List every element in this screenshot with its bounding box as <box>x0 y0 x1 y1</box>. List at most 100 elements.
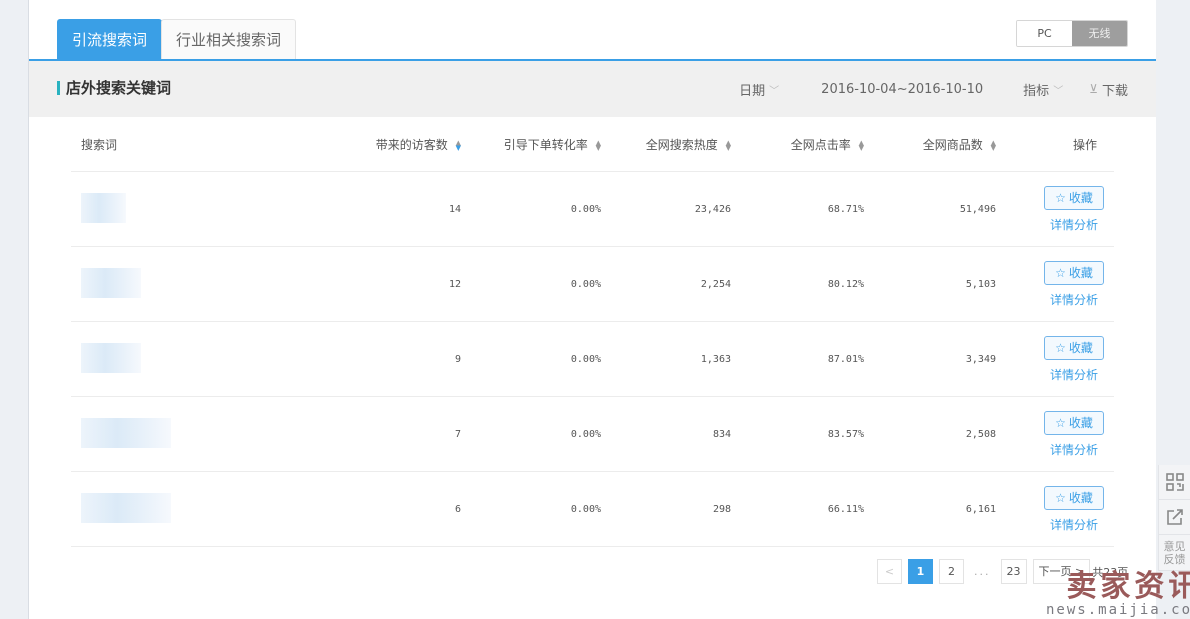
metric-dropdown[interactable]: 指标 ﹀ <box>1023 80 1063 99</box>
tab-industry-keywords[interactable]: 行业相关搜索词 <box>161 19 297 59</box>
goods-cell: 51,496 <box>959 203 996 215</box>
section-title: 店外搜索关键词 <box>57 79 171 97</box>
keyword-cell[interactable] <box>71 492 351 526</box>
page-2-button[interactable]: 2 <box>939 559 964 584</box>
visitors-cell: 9 <box>454 353 461 365</box>
detail-analysis-link[interactable]: 详情分析 <box>1044 216 1104 233</box>
header-keyword: 搜索词 <box>81 138 118 152</box>
section-header: 店外搜索关键词 日期 ﹀ 2016-10-04~2016-10-10 指标 ﹀ … <box>29 61 1156 117</box>
search-heat-cell: 1,363 <box>700 353 731 365</box>
header-conversion[interactable]: 引导下单转化率 ▲ ▼ <box>461 136 601 153</box>
section-controls: 日期 ﹀ 2016-10-04~2016-10-10 指标 ﹀ ⊻ 下载 <box>739 61 1128 117</box>
side-toolbar: 意见 反馈 <box>1158 465 1190 571</box>
visitors-cell: 12 <box>448 278 461 290</box>
header-ctr-label: 全网点击率 <box>790 138 851 152</box>
feedback-button[interactable]: 意见 反馈 <box>1159 535 1190 571</box>
visitors-cell: 6 <box>454 503 461 515</box>
table-row: 9 0.00% 1,363 87.01% 3,349 ☆ 收藏 详情分析 <box>71 322 1114 397</box>
share-icon <box>1166 509 1183 525</box>
goods-cell: 3,349 <box>965 353 996 365</box>
favorite-label: 收藏 <box>1068 266 1093 280</box>
detail-analysis-link[interactable]: 详情分析 <box>1044 516 1104 533</box>
feedback-line2: 反馈 <box>1163 552 1186 566</box>
star-icon: ☆ <box>1055 190 1066 205</box>
device-wireless-option[interactable]: 无线 <box>1072 21 1127 46</box>
download-icon: ⊻ <box>1089 82 1098 96</box>
table-header: 搜索词 带来的访客数 ▲ ▼ 引导下单转化率 ▲ ▼ 全网搜索热度 ▲ ▼ 全网点击率… <box>71 118 1114 172</box>
star-icon: ☆ <box>1055 340 1066 355</box>
conversion-cell: 0.00% <box>570 503 601 515</box>
detail-analysis-link[interactable]: 详情分析 <box>1044 441 1104 458</box>
chevron-down-icon: ﹀ <box>1053 85 1064 97</box>
favorite-button[interactable]: ☆ 收藏 <box>1044 335 1104 360</box>
keyword-cell[interactable] <box>71 267 351 301</box>
star-icon: ☆ <box>1055 415 1066 430</box>
table-row: 6 0.00% 298 66.11% 6,161 ☆ 收藏 详情分析 <box>71 472 1114 547</box>
main-panel: 引流搜索词 行业相关搜索词 PC 无线 店外搜索关键词 日期 ﹀ 2016-10… <box>28 0 1156 619</box>
operation-cell: ☆ 收藏详情分析 <box>996 485 1114 533</box>
qrcode-button[interactable] <box>1159 465 1190 500</box>
goods-cell: 6,161 <box>965 503 996 515</box>
ctr-cell: 66.11% <box>827 503 864 515</box>
favorite-button[interactable]: ☆ 收藏 <box>1044 260 1104 285</box>
blurred-keyword <box>81 192 126 223</box>
ctr-cell: 68.71% <box>827 203 864 215</box>
date-dropdown[interactable]: 日期 ﹀ <box>739 80 779 99</box>
header-operation: 操作 <box>1072 138 1097 152</box>
favorite-button[interactable]: ☆ 收藏 <box>1044 185 1104 210</box>
header-conversion-label: 引导下单转化率 <box>503 138 588 152</box>
search-heat-cell: 298 <box>712 503 731 515</box>
ctr-cell: 80.12% <box>827 278 864 290</box>
download-label: 下载 <box>1101 83 1128 99</box>
operation-cell: ☆ 收藏详情分析 <box>996 335 1114 383</box>
search-heat-cell: 23,426 <box>694 203 731 215</box>
favorite-label: 收藏 <box>1068 491 1093 505</box>
watermark-url: news.maijia.com <box>1046 602 1190 618</box>
table-row: 14 0.00% 23,426 68.71% 51,496 ☆ 收藏 详情分析 <box>71 172 1114 247</box>
share-button[interactable] <box>1159 500 1190 535</box>
prev-page-button[interactable]: < <box>877 559 902 584</box>
device-pc-option[interactable]: PC <box>1017 21 1072 46</box>
detail-analysis-link[interactable]: 详情分析 <box>1044 291 1104 308</box>
favorite-button[interactable]: ☆ 收藏 <box>1044 485 1104 510</box>
search-heat-cell: 2,254 <box>700 278 731 290</box>
conversion-cell: 0.00% <box>570 353 601 365</box>
page-1-button[interactable]: 1 <box>908 559 933 584</box>
favorite-label: 收藏 <box>1068 416 1093 430</box>
header-visitors-label: 带来的访客数 <box>375 138 448 152</box>
visitors-cell: 14 <box>448 203 461 215</box>
tab-traffic-keywords[interactable]: 引流搜索词 <box>57 19 163 59</box>
header-goods[interactable]: 全网商品数 ▲ ▼ <box>864 136 996 153</box>
keyword-cell[interactable] <box>71 192 351 226</box>
date-range[interactable]: 2016-10-04~2016-10-10 <box>821 82 983 97</box>
device-toggle: PC 无线 <box>1016 20 1128 47</box>
watermark-title: 卖家资讯 <box>1066 569 1190 604</box>
favorite-button[interactable]: ☆ 收藏 <box>1044 410 1104 435</box>
keywords-table: 搜索词 带来的访客数 ▲ ▼ 引导下单转化率 ▲ ▼ 全网搜索热度 ▲ ▼ 全网点击率… <box>71 118 1114 547</box>
visitors-cell: 7 <box>454 428 461 440</box>
header-visitors[interactable]: 带来的访客数 ▲ ▼ <box>351 136 461 153</box>
keyword-cell[interactable] <box>71 342 351 376</box>
conversion-cell: 0.00% <box>570 428 601 440</box>
favorite-label: 收藏 <box>1068 341 1093 355</box>
blurred-keyword <box>81 267 141 298</box>
chevron-down-icon: ﹀ <box>769 85 780 97</box>
detail-analysis-link[interactable]: 详情分析 <box>1044 366 1104 383</box>
star-icon: ☆ <box>1055 490 1066 505</box>
conversion-cell: 0.00% <box>570 278 601 290</box>
metric-label: 指标 <box>1023 83 1050 99</box>
blurred-keyword <box>81 492 171 523</box>
watermark: 卖家资讯 news.maijia.com <box>1046 569 1190 619</box>
tab-bar: 引流搜索词 行业相关搜索词 <box>57 19 297 59</box>
ctr-cell: 83.57% <box>827 428 864 440</box>
operation-cell: ☆ 收藏详情分析 <box>996 185 1114 233</box>
goods-cell: 5,103 <box>965 278 996 290</box>
download-button[interactable]: ⊻ 下载 <box>1089 80 1128 99</box>
page-23-button[interactable]: 23 <box>1000 559 1027 584</box>
operation-cell: ☆ 收藏详情分析 <box>996 260 1114 308</box>
pagination-ellipsis: ... <box>974 565 991 578</box>
header-search-heat[interactable]: 全网搜索热度 ▲ ▼ <box>601 136 731 153</box>
keyword-cell[interactable] <box>71 417 351 451</box>
table-row: 12 0.00% 2,254 80.12% 5,103 ☆ 收藏 详情分析 <box>71 247 1114 322</box>
header-ctr[interactable]: 全网点击率 ▲ ▼ <box>731 136 864 153</box>
